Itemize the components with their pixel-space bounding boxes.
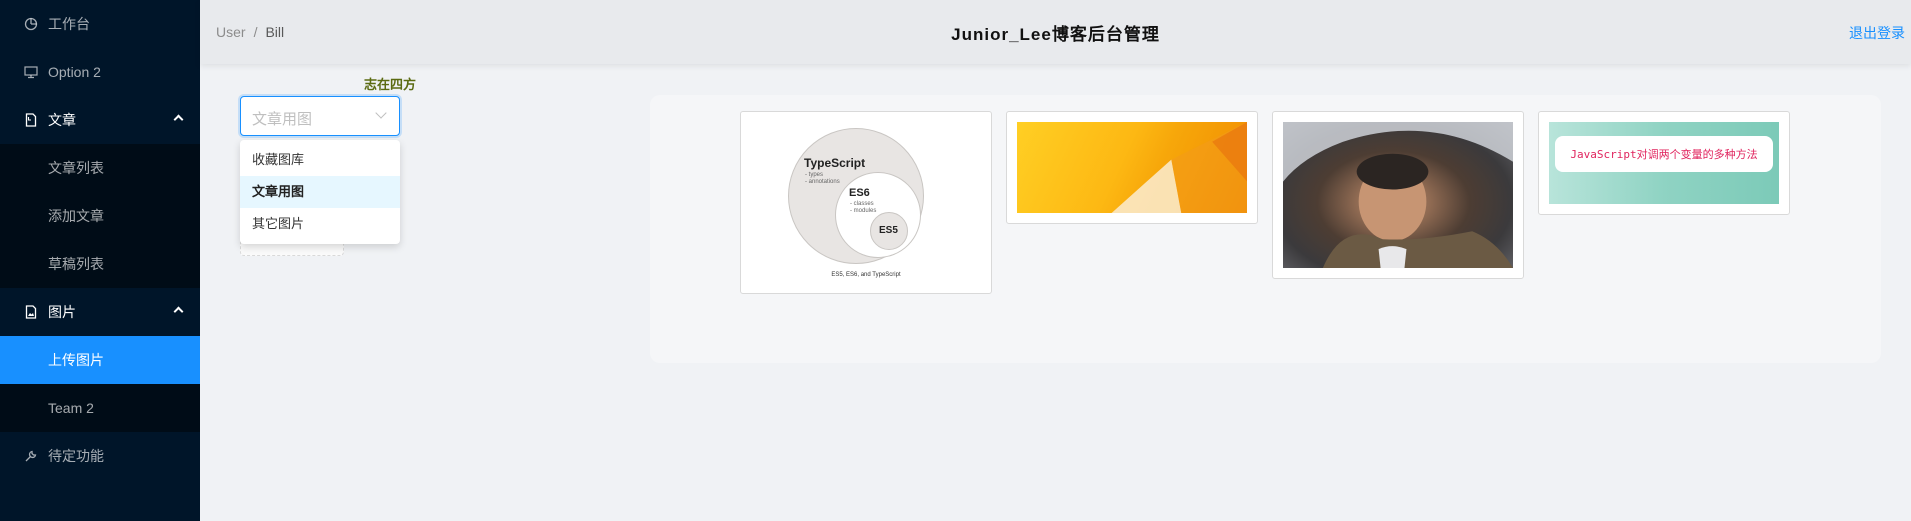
select-option-selected[interactable]: 文章用图 bbox=[240, 176, 400, 208]
sidebar-group-label: 文章 bbox=[48, 112, 76, 128]
select-option[interactable]: 其它图片 bbox=[240, 208, 400, 240]
es5-label: ES5 bbox=[879, 225, 898, 236]
gallery-card-typescript[interactable]: TypeScript - types - annotations ES6 - c… bbox=[740, 111, 992, 294]
tool-icon bbox=[25, 450, 37, 462]
sidebar-item-option2[interactable]: Option 2 bbox=[0, 48, 200, 96]
file-icon bbox=[25, 113, 37, 127]
sidebar-group-images[interactable]: 图片 bbox=[0, 288, 200, 336]
gallery-card-js[interactable]: JavaScript对调两个变量的多种方法 bbox=[1538, 111, 1790, 215]
file-image-icon bbox=[25, 305, 37, 319]
sidebar-group-article[interactable]: 文章 bbox=[0, 96, 200, 144]
sidebar-item-label: 草稿列表 bbox=[48, 256, 104, 272]
sidebar-item-label: 上传图片 bbox=[48, 352, 104, 368]
ts-label: TypeScript bbox=[804, 156, 866, 170]
motto-text: 志在四方 bbox=[364, 77, 417, 92]
typescript-diagram-image: TypeScript - types - annotations ES6 - c… bbox=[751, 122, 981, 283]
chevron-up-icon bbox=[173, 114, 184, 125]
es6-label: ES6 bbox=[849, 187, 870, 199]
sidebar-item-team2[interactable]: Team 2 bbox=[0, 384, 200, 432]
select-value: 文章用图 bbox=[252, 111, 313, 128]
ts-caption: ES5, ES6, and TypeScript bbox=[831, 272, 901, 278]
sidebar-item-label: Option 2 bbox=[48, 64, 101, 80]
js-article-cover-image: JavaScript对调两个变量的多种方法 bbox=[1549, 122, 1779, 204]
sidebar-item-workbench[interactable]: 工作台 bbox=[0, 0, 200, 48]
gallery-card-photo[interactable] bbox=[1272, 111, 1524, 279]
sidebar-item-upload-image[interactable]: 上传图片 bbox=[0, 336, 200, 384]
pie-chart-icon bbox=[24, 17, 38, 31]
sidebar-item-label: 待定功能 bbox=[48, 448, 104, 464]
image-gallery: TypeScript - types - annotations ES6 - c… bbox=[650, 95, 1881, 363]
sidebar-item-add-article[interactable]: 添加文章 bbox=[0, 192, 200, 240]
logout-link[interactable]: 退出登录 bbox=[1849, 23, 1905, 43]
page-title: Junior_Lee博客后台管理 bbox=[951, 25, 1160, 44]
es6-sub: - classes - modules bbox=[850, 201, 877, 214]
top-header: User / Bill Junior_Lee博客后台管理 退出登录 bbox=[200, 0, 1911, 64]
sidebar-item-drafts[interactable]: 草稿列表 bbox=[0, 240, 200, 288]
chevron-down-icon bbox=[375, 107, 387, 119]
select-option[interactable]: 收藏图库 bbox=[240, 144, 400, 176]
chevron-up-icon bbox=[173, 306, 184, 317]
image-category-select[interactable]: 文章用图 bbox=[240, 96, 400, 136]
sidebar-item-label: Team 2 bbox=[48, 400, 94, 416]
js-cover-title: JavaScript对调两个变量的多种方法 bbox=[1555, 136, 1773, 172]
select-dropdown: 收藏图库 文章用图 其它图片 bbox=[240, 140, 400, 244]
sidebar-item-label: 工作台 bbox=[48, 16, 90, 32]
orange-wallpaper-image bbox=[1017, 122, 1247, 213]
sidebar-item-article-list[interactable]: 文章列表 bbox=[0, 144, 200, 192]
sidebar-item-label: 添加文章 bbox=[48, 208, 104, 224]
person-umbrella-image bbox=[1283, 122, 1513, 268]
sidebar-item-label: 文章列表 bbox=[48, 160, 104, 176]
sidebar-group-label: 图片 bbox=[48, 304, 76, 320]
sidebar-item-pending[interactable]: 待定功能 bbox=[0, 432, 200, 480]
sidebar: 工作台 Option 2 文章 文章列表 添加文章 草稿列表 图片 上传图片 T… bbox=[0, 0, 200, 521]
ts-sub: - types - annotations bbox=[805, 172, 840, 185]
gallery-card-orange[interactable] bbox=[1006, 111, 1258, 224]
desktop-icon bbox=[24, 66, 38, 79]
